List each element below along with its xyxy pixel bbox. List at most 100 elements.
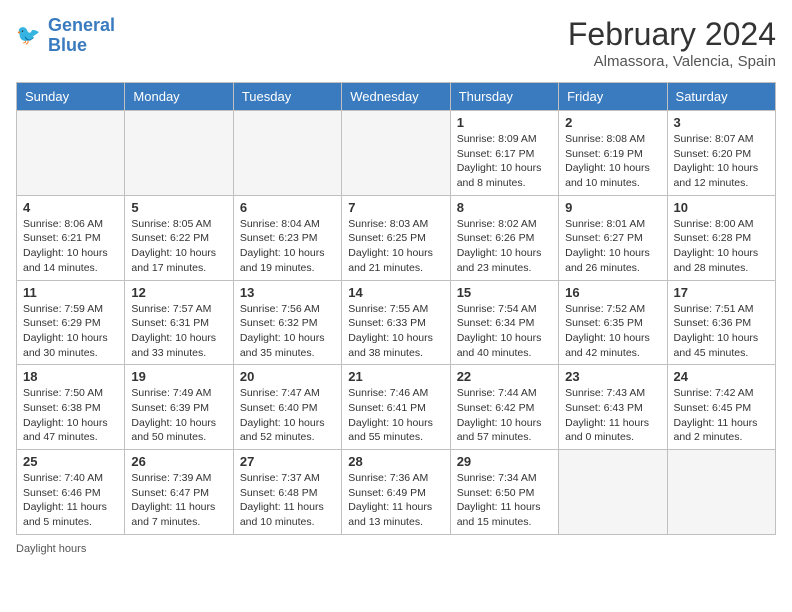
header: 🐦 General Blue February 2024 Almassora, … [16, 16, 776, 70]
calendar-dow-monday: Monday [125, 83, 233, 111]
day-info: Sunrise: 8:09 AM Sunset: 6:17 PM Dayligh… [457, 132, 552, 191]
day-number: 2 [565, 115, 660, 130]
day-info: Sunrise: 7:57 AM Sunset: 6:31 PM Dayligh… [131, 302, 226, 361]
day-info: Sunrise: 7:42 AM Sunset: 6:45 PM Dayligh… [674, 386, 769, 445]
day-number: 11 [23, 285, 118, 300]
calendar-cell [342, 111, 450, 196]
calendar-cell: 12 Sunrise: 7:57 AM Sunset: 6:31 PM Dayli… [125, 280, 233, 365]
day-info: Sunrise: 7:36 AM Sunset: 6:49 PM Dayligh… [348, 471, 443, 530]
day-number: 14 [348, 285, 443, 300]
day-info: Sunrise: 7:56 AM Sunset: 6:32 PM Dayligh… [240, 302, 335, 361]
day-number: 22 [457, 369, 552, 384]
calendar-cell: 9Sunrise: 8:01 AM Sunset: 6:27 PM Daylig… [559, 195, 667, 280]
day-number: 24 [674, 369, 769, 384]
day-number: 29 [457, 454, 552, 469]
day-number: 15 [457, 285, 552, 300]
calendar-cell: 16 Sunrise: 7:52 AM Sunset: 6:35 PM Dayli… [559, 280, 667, 365]
day-number: 10 [674, 200, 769, 215]
calendar-cell [17, 111, 125, 196]
day-info: Sunrise: 8:05 AM Sunset: 6:22 PM Dayligh… [131, 217, 226, 276]
footer-note: Daylight hours [16, 543, 776, 555]
day-info: Sunrise: 8:03 AM Sunset: 6:25 PM Dayligh… [348, 217, 443, 276]
calendar-cell: 25Sunrise: 7:40 AM Sunset: 6:46 PM Dayli… [17, 450, 125, 535]
day-number: 4 [23, 200, 118, 215]
calendar-header-row: SundayMondayTuesdayWednesdayThursdayFrid… [17, 83, 776, 111]
day-info: Sunrise: 8:06 AM Sunset: 6:21 PM Dayligh… [23, 217, 118, 276]
calendar-cell: 1 Sunrise: 8:09 AM Sunset: 6:17 PM Daylig… [450, 111, 558, 196]
calendar-dow-thursday: Thursday [450, 83, 558, 111]
svg-text:🐦: 🐦 [16, 24, 40, 46]
day-number: 13 [240, 285, 335, 300]
day-info: Sunrise: 7:46 AM Sunset: 6:41 PM Dayligh… [348, 386, 443, 445]
logo: 🐦 General Blue [16, 16, 115, 56]
title-area: February 2024 Almassora, Valencia, Spain [568, 16, 776, 70]
day-info: Sunrise: 7:55 AM Sunset: 6:33 PM Dayligh… [348, 302, 443, 361]
calendar-cell [125, 111, 233, 196]
day-info: Sunrise: 7:39 AM Sunset: 6:47 PM Dayligh… [131, 471, 226, 530]
calendar-cell: 18Sunrise: 7:50 AM Sunset: 6:38 PM Dayli… [17, 365, 125, 450]
day-info: Sunrise: 7:54 AM Sunset: 6:34 PM Dayligh… [457, 302, 552, 361]
calendar-subtitle: Almassora, Valencia, Spain [568, 53, 776, 70]
day-number: 20 [240, 369, 335, 384]
day-number: 26 [131, 454, 226, 469]
day-number: 9 [565, 200, 660, 215]
day-info: Sunrise: 8:07 AM Sunset: 6:20 PM Dayligh… [674, 132, 769, 191]
calendar-week-3: 11 Sunrise: 7:59 AM Sunset: 6:29 PM Dayli… [17, 280, 776, 365]
logo-text: General Blue [48, 16, 115, 56]
calendar-cell: 20Sunrise: 7:47 AM Sunset: 6:40 PM Dayli… [233, 365, 341, 450]
calendar-cell: 11 Sunrise: 7:59 AM Sunset: 6:29 PM Dayli… [17, 280, 125, 365]
calendar-cell: 7 Sunrise: 8:03 AM Sunset: 6:25 PM Daylig… [342, 195, 450, 280]
calendar-cell: 10 Sunrise: 8:00 AM Sunset: 6:28 PM Dayli… [667, 195, 775, 280]
calendar-dow-tuesday: Tuesday [233, 83, 341, 111]
calendar-cell: 28Sunrise: 7:36 AM Sunset: 6:49 PM Dayli… [342, 450, 450, 535]
day-info: Sunrise: 7:44 AM Sunset: 6:42 PM Dayligh… [457, 386, 552, 445]
day-number: 5 [131, 200, 226, 215]
calendar-week-5: 25Sunrise: 7:40 AM Sunset: 6:46 PM Dayli… [17, 450, 776, 535]
calendar-cell [667, 450, 775, 535]
day-info: Sunrise: 8:00 AM Sunset: 6:28 PM Dayligh… [674, 217, 769, 276]
calendar-cell: 4 Sunrise: 8:06 AM Sunset: 6:21 PM Daylig… [17, 195, 125, 280]
calendar-dow-wednesday: Wednesday [342, 83, 450, 111]
day-info: Sunrise: 7:49 AM Sunset: 6:39 PM Dayligh… [131, 386, 226, 445]
logo-bird-icon: 🐦 [16, 22, 44, 50]
day-number: 1 [457, 115, 552, 130]
day-info: Sunrise: 8:08 AM Sunset: 6:19 PM Dayligh… [565, 132, 660, 191]
day-info: Sunrise: 7:50 AM Sunset: 6:38 PM Dayligh… [23, 386, 118, 445]
day-info: Sunrise: 7:37 AM Sunset: 6:48 PM Dayligh… [240, 471, 335, 530]
day-number: 12 [131, 285, 226, 300]
day-info: Sunrise: 7:43 AM Sunset: 6:43 PM Dayligh… [565, 386, 660, 445]
day-number: 6 [240, 200, 335, 215]
calendar-week-4: 18Sunrise: 7:50 AM Sunset: 6:38 PM Dayli… [17, 365, 776, 450]
calendar-cell: 24 Sunrise: 7:42 AM Sunset: 6:45 PM Dayli… [667, 365, 775, 450]
calendar-cell: 5 Sunrise: 8:05 AM Sunset: 6:22 PM Daylig… [125, 195, 233, 280]
day-info: Sunrise: 7:52 AM Sunset: 6:35 PM Dayligh… [565, 302, 660, 361]
day-info: Sunrise: 8:04 AM Sunset: 6:23 PM Dayligh… [240, 217, 335, 276]
day-number: 19 [131, 369, 226, 384]
day-number: 16 [565, 285, 660, 300]
calendar-table: SundayMondayTuesdayWednesdayThursdayFrid… [16, 82, 776, 535]
day-number: 17 [674, 285, 769, 300]
calendar-cell: 3 Sunrise: 8:07 AM Sunset: 6:20 PM Daylig… [667, 111, 775, 196]
calendar-week-1: 1 Sunrise: 8:09 AM Sunset: 6:17 PM Daylig… [17, 111, 776, 196]
calendar-cell: 23 Sunrise: 7:43 AM Sunset: 6:43 PM Dayli… [559, 365, 667, 450]
day-number: 7 [348, 200, 443, 215]
calendar-cell: 26 Sunrise: 7:39 AM Sunset: 6:47 PM Dayli… [125, 450, 233, 535]
calendar-cell: 17Sunrise: 7:51 AM Sunset: 6:36 PM Dayli… [667, 280, 775, 365]
calendar-week-2: 4 Sunrise: 8:06 AM Sunset: 6:21 PM Daylig… [17, 195, 776, 280]
calendar-cell [233, 111, 341, 196]
calendar-cell: 29Sunrise: 7:34 AM Sunset: 6:50 PM Dayli… [450, 450, 558, 535]
day-number: 21 [348, 369, 443, 384]
day-number: 3 [674, 115, 769, 130]
day-info: Sunrise: 7:59 AM Sunset: 6:29 PM Dayligh… [23, 302, 118, 361]
day-info: Sunrise: 8:02 AM Sunset: 6:26 PM Dayligh… [457, 217, 552, 276]
calendar-cell: 22 Sunrise: 7:44 AM Sunset: 6:42 PM Dayli… [450, 365, 558, 450]
calendar-cell: 8 Sunrise: 8:02 AM Sunset: 6:26 PM Daylig… [450, 195, 558, 280]
day-number: 23 [565, 369, 660, 384]
day-number: 25 [23, 454, 118, 469]
day-number: 8 [457, 200, 552, 215]
calendar-dow-sunday: Sunday [17, 83, 125, 111]
calendar-cell: 6 Sunrise: 8:04 AM Sunset: 6:23 PM Daylig… [233, 195, 341, 280]
day-number: 27 [240, 454, 335, 469]
calendar-cell: 13 Sunrise: 7:56 AM Sunset: 6:32 PM Dayli… [233, 280, 341, 365]
calendar-title: February 2024 [568, 16, 776, 53]
